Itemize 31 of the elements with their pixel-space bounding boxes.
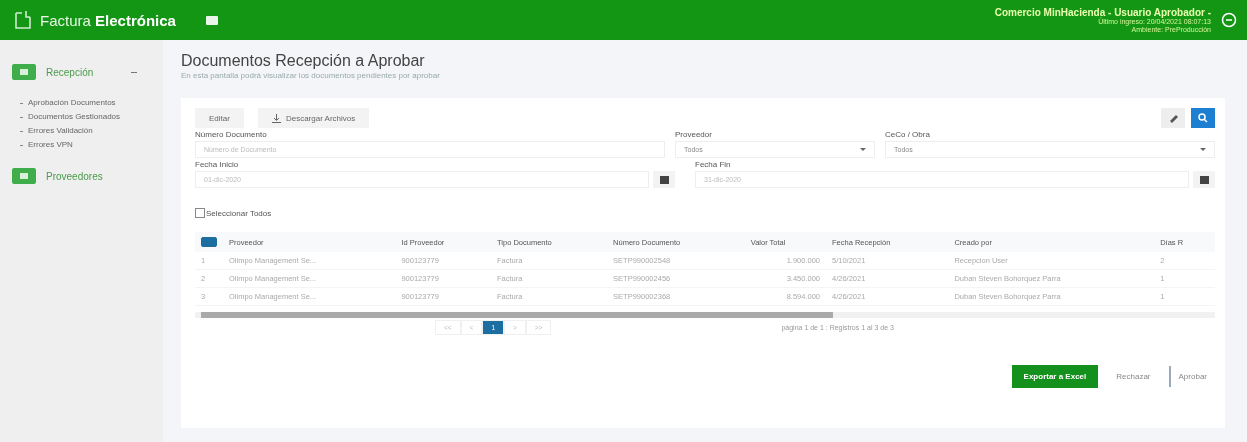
export-button[interactable]: Exportar a Excel (1011, 365, 1099, 388)
field-label: Fecha Fin (695, 160, 732, 169)
sidebar-section[interactable]: Recepción (0, 58, 163, 86)
horizontal-scrollbar[interactable] (195, 312, 1215, 318)
field-label: Fecha Inicio (195, 160, 240, 169)
sidebar-section[interactable]: Proveedores (0, 162, 163, 190)
menu-icon[interactable] (205, 15, 218, 25)
calendar-button[interactable] (653, 171, 675, 188)
search-icon (1198, 113, 1208, 123)
clear-filter-button[interactable] (1161, 108, 1185, 128)
download-button[interactable]: Descargar Archivos (257, 108, 370, 128)
page-title: Documentos Recepción a Aprobar (181, 52, 426, 70)
user-name: Comercio MinHacienda - Usuario Aprobador - (994, 6, 1211, 18)
page-subtitle: En esta pantalla podrá visualizar los documentos pendientes por aprobar (181, 71, 441, 80)
folder-icon (12, 168, 36, 184)
calendar-icon (1199, 175, 1209, 184)
field-label: Proveedor (675, 130, 713, 139)
eraser-icon (1168, 113, 1178, 123)
search-button[interactable] (1191, 108, 1215, 128)
field-label: Número Documento (195, 130, 268, 139)
logout-icon[interactable] (1221, 12, 1237, 28)
download-icon (271, 113, 281, 123)
folder-icon (12, 64, 36, 80)
calendar-button[interactable] (1193, 171, 1215, 188)
checkbox[interactable] (201, 237, 217, 247)
app-logo-text: Factura Electrónica (40, 11, 176, 29)
document-icon (14, 10, 32, 30)
field-label: CeCo / Obra (885, 130, 931, 139)
edit-button[interactable]: Editar (195, 108, 244, 128)
calendar-icon (659, 175, 669, 184)
select-all-checkbox[interactable]: Seleccionar Todos (195, 208, 272, 218)
